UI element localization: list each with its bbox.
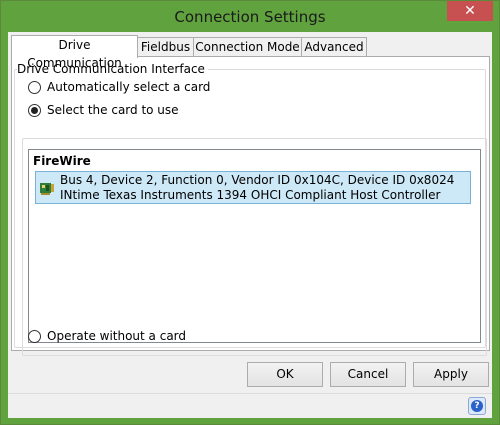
radio-auto-label: Automatically select a card	[47, 80, 211, 94]
card-list[interactable]: FireWire Bus 4, Device 2, Function 0, Ve…	[28, 149, 481, 343]
list-item[interactable]: Bus 4, Device 2, Function 0, Vendor ID 0…	[35, 171, 471, 204]
status-bar: ?	[8, 393, 492, 418]
network-card-icon	[40, 183, 54, 195]
window-title: Connection Settings	[174, 8, 326, 26]
close-button[interactable]: ✕	[447, 1, 493, 21]
tab-drive-communication[interactable]: Drive Communication	[11, 35, 138, 70]
help-button[interactable]: ?	[468, 397, 486, 415]
apply-button[interactable]: Apply	[413, 362, 489, 387]
card-description-line1: Bus 4, Device 2, Function 0, Vendor ID 0…	[60, 173, 455, 187]
radio-none-label: Operate without a card	[47, 329, 187, 343]
dialog-client-area: Drive Communication Fieldbus Connection …	[8, 32, 492, 418]
radio-none-indicator[interactable]	[28, 329, 41, 343]
help-icon: ?	[471, 400, 483, 412]
drive-communication-panel: Drive Communication Interface Automatica…	[11, 56, 490, 356]
radio-auto-select-card[interactable]: Automatically select a card	[28, 80, 210, 94]
ok-button[interactable]: OK	[247, 362, 323, 387]
radio-select-card[interactable]: Select the card to use	[28, 103, 179, 117]
list-group-header: FireWire	[33, 154, 91, 168]
radio-select-label: Select the card to use	[47, 103, 179, 117]
cancel-button[interactable]: Cancel	[330, 362, 406, 387]
radio-auto-indicator[interactable]	[28, 80, 41, 94]
close-icon: ✕	[464, 3, 476, 19]
tab-connection-mode[interactable]: Connection Mode	[193, 37, 302, 57]
radio-select-indicator[interactable]	[28, 103, 41, 117]
tab-advanced[interactable]: Advanced	[301, 37, 367, 57]
card-description-line2: INtime Texas Instruments 1394 OHCI Compl…	[60, 188, 441, 202]
title-bar[interactable]: Connection Settings ✕	[1, 1, 499, 33]
tab-fieldbus[interactable]: Fieldbus	[137, 37, 194, 57]
connection-settings-window: Connection Settings ✕ Drive Communicatio…	[0, 0, 500, 425]
radio-operate-without-card[interactable]: Operate without a card	[28, 329, 186, 343]
